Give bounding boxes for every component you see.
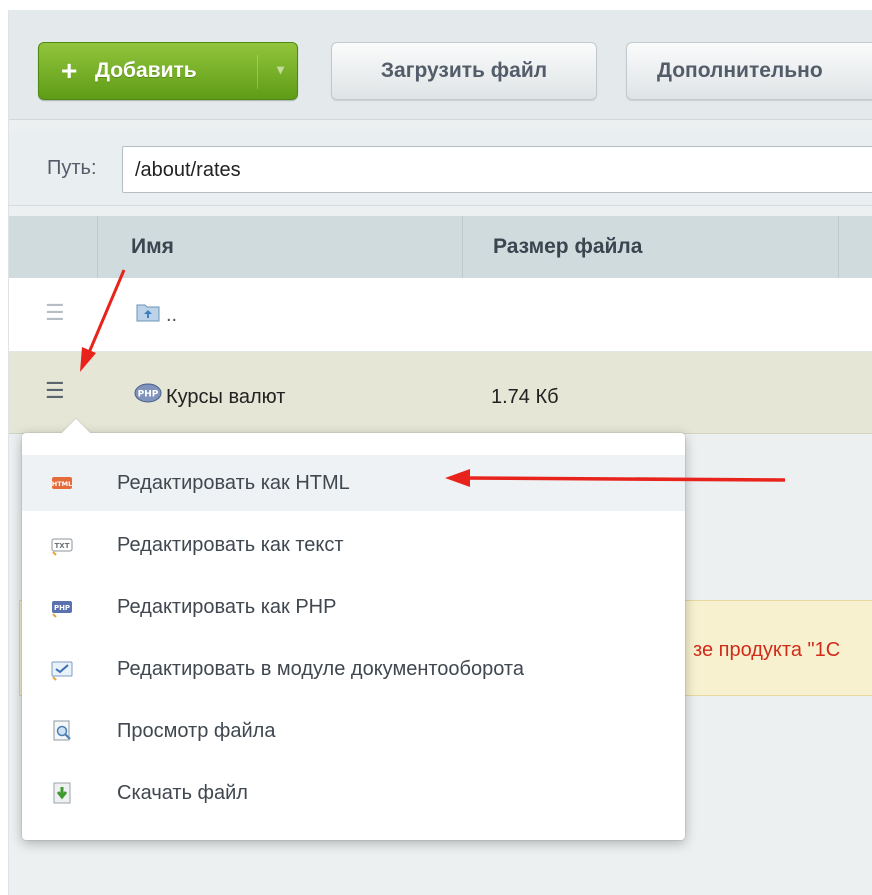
php-file-icon: PHP [134,383,162,403]
menu-item-label: Редактировать как HTML [117,471,350,494]
add-button-separator [257,55,258,89]
svg-text:HTML: HTML [52,480,72,488]
row-menu-icon[interactable]: ☰ [45,380,65,402]
upload-file-button[interactable]: Загрузить файл [331,42,597,100]
column-header-size[interactable]: Размер файла [463,216,839,278]
add-button-label: Добавить [95,59,197,82]
svg-text:PHP: PHP [138,390,159,400]
path-label: Путь: [47,157,97,179]
table-row[interactable]: ☰ PHP Курсы валют 1.74 Кб [9,352,872,434]
menu-item-label: Скачать файл [117,781,248,804]
more-button[interactable]: Дополнительно [626,42,872,100]
menu-item-label: Просмотр файла [117,719,276,742]
menu-item-edit-workflow[interactable]: Редактировать в модуле документооборота [22,641,685,697]
context-menu: HTML Редактировать как HTML TXT Редактир… [22,418,685,840]
parent-dir-label: .. [166,304,178,326]
svg-text:TXT: TXT [55,542,70,550]
header-handle-cell [9,216,98,278]
php-file-icon: PHP [52,601,72,618]
menu-item-download[interactable]: Скачать файл [22,765,685,821]
path-row: Путь: /about/rates [9,131,872,206]
workflow-edit-icon [51,661,73,681]
chevron-down-icon[interactable]: ▾ [277,61,284,78]
row-menu-icon[interactable]: ☰ [45,302,65,324]
menu-item-label: Редактировать как текст [117,533,344,556]
notice-text: зе продукта "1С [693,639,841,661]
svg-text:PHP: PHP [54,604,70,612]
add-button[interactable]: + Добавить ▾ [38,42,298,100]
path-input[interactable]: /about/rates [122,146,872,193]
column-header-name[interactable]: Имя [98,216,463,278]
table-header: Имя Размер файла [9,216,872,278]
txt-file-icon: TXT [51,538,73,556]
menu-item-edit-text[interactable]: TXT Редактировать как текст [22,517,685,573]
toolbar: + Добавить ▾ Загрузить файл Дополнительн… [9,10,872,120]
file-name[interactable]: Курсы валют [166,386,285,409]
download-file-icon [53,782,71,804]
menu-item-edit-php[interactable]: PHP Редактировать как PHP [22,579,685,635]
html-file-icon: HTML [52,477,72,489]
menu-item-view-file[interactable]: Просмотр файла [22,703,685,759]
plus-icon: + [61,55,78,86]
view-file-icon [53,720,71,741]
menu-item-label: Редактировать как PHP [117,595,337,618]
menu-item-label: Редактировать в модуле документооборота [117,657,524,680]
table-row-parent[interactable]: ☰ .. [9,278,872,352]
menu-item-edit-html[interactable]: HTML Редактировать как HTML [22,455,685,511]
file-size: 1.74 Кб [491,386,559,408]
folder-up-icon [136,304,160,322]
